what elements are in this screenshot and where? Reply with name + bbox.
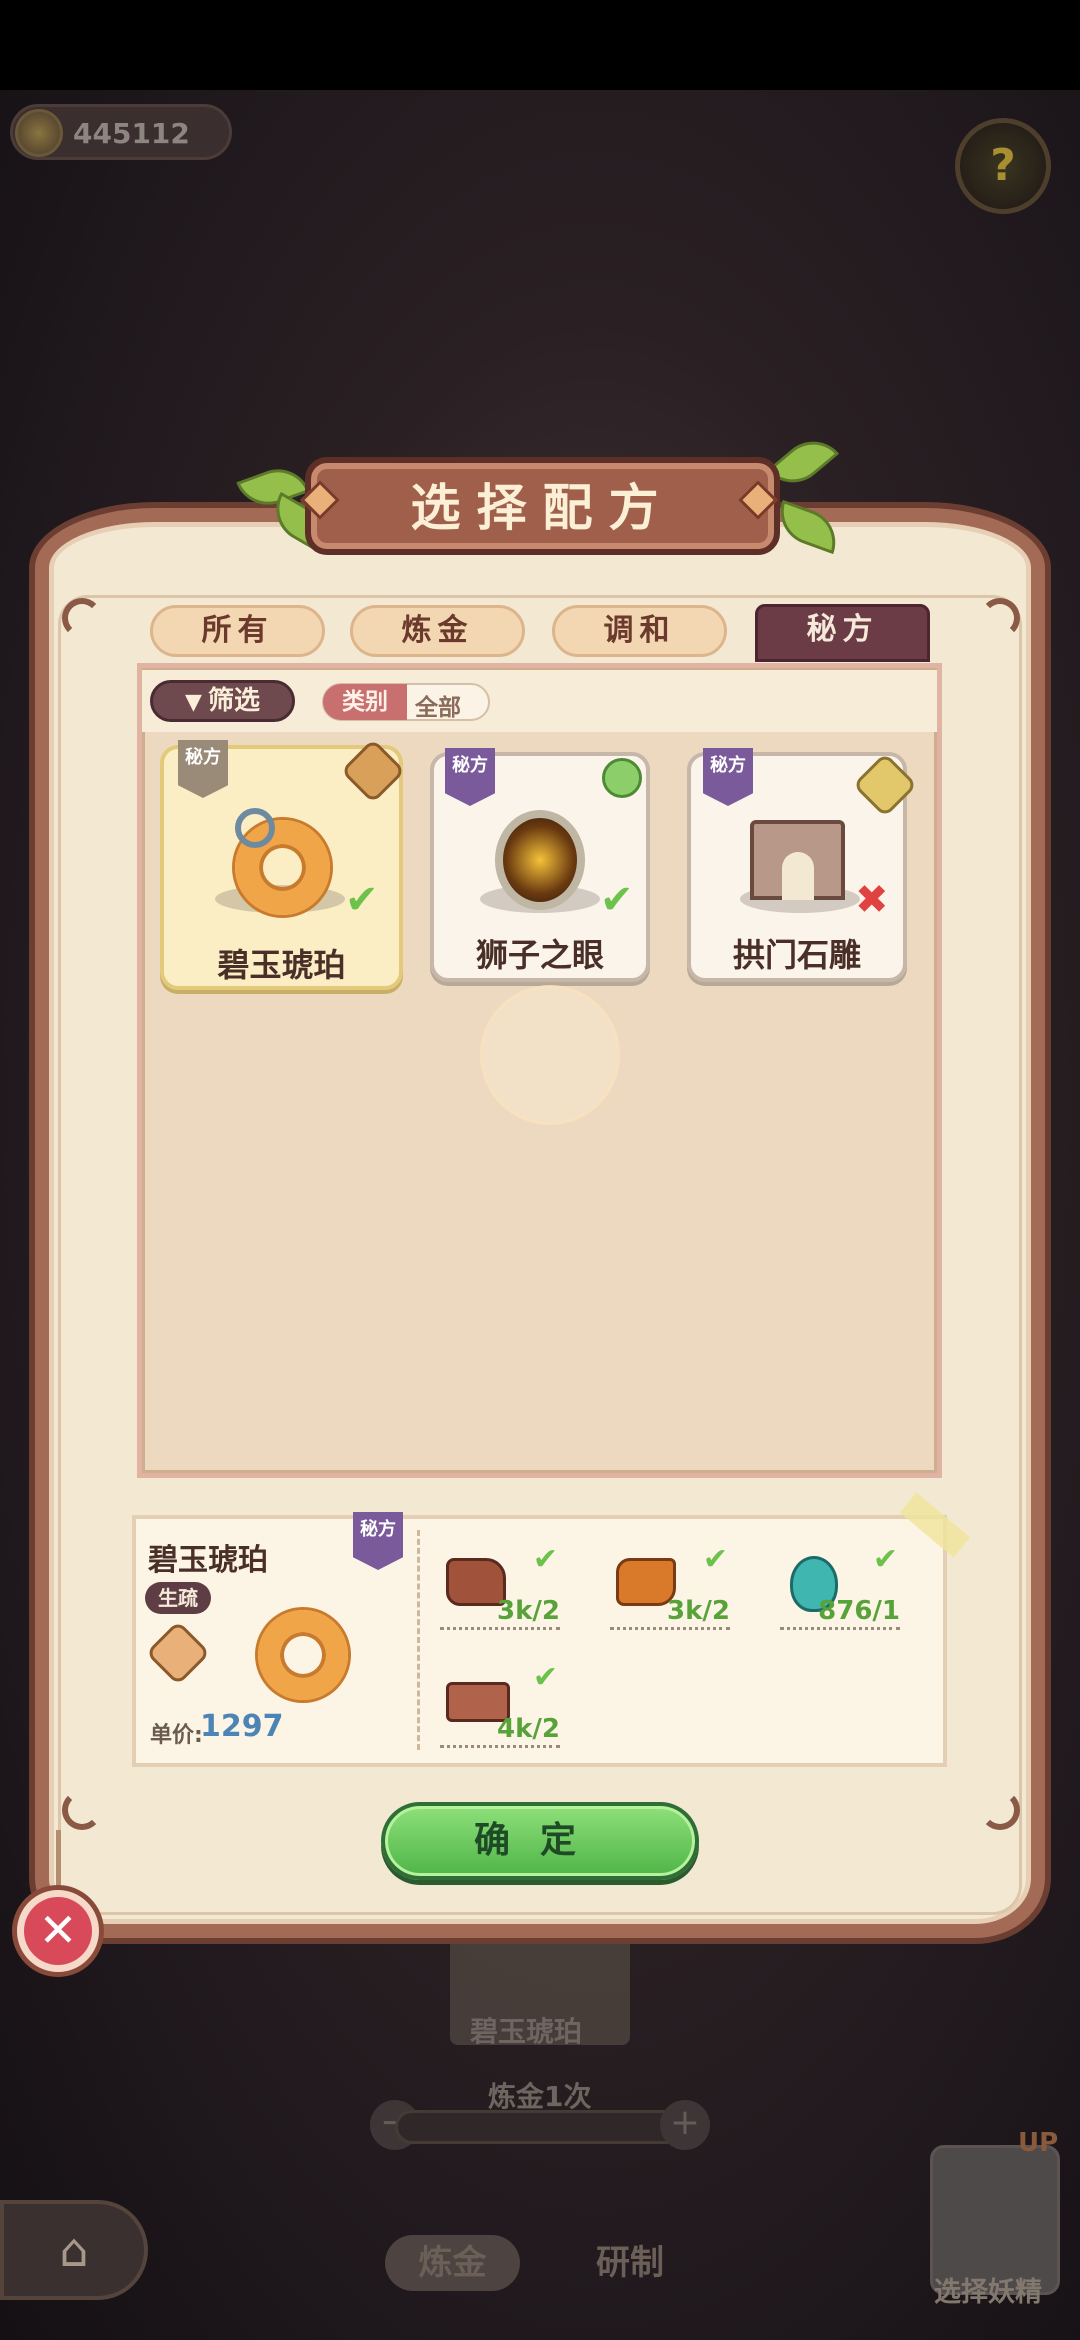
ingredient-qty: 4k/2 <box>497 1714 560 1744</box>
ribbon-icon <box>235 808 275 848</box>
detail-recipe-name: 碧玉琥珀 <box>148 1543 268 1578</box>
coin-value: 445112 <box>73 117 190 150</box>
corner-ornament-icon <box>62 1790 102 1830</box>
recipe-name: 拱门石雕 <box>732 936 861 974</box>
select-spirit-label: 选择妖精 <box>934 2277 1042 2308</box>
price-label: 单价: <box>150 1723 203 1748</box>
tab-alchemy-category[interactable]: 炼金 <box>350 605 525 657</box>
rope-decoration <box>56 1830 61 1888</box>
check-icon: ✔ <box>532 1660 558 1695</box>
tab-research[interactable]: 研制 <box>570 2235 690 2291</box>
arch-stone-icon <box>750 820 845 900</box>
tab-blend[interactable]: 调和 <box>552 605 727 657</box>
corner-ornament-icon <box>980 598 1020 638</box>
check-icon: ✔ <box>532 1542 558 1577</box>
coin-counter: 445112 <box>10 104 232 160</box>
amber-ring-icon <box>258 1610 348 1700</box>
ingredient-qty: 3k/2 <box>497 1596 560 1626</box>
bg-recipe-name: 碧玉琥珀 <box>470 2015 583 2048</box>
lion-eye-icon <box>495 810 585 910</box>
close-icon[interactable]: ✕ <box>24 1897 92 1965</box>
proficiency-badge: 生疏 <box>145 1582 211 1614</box>
ingredient-slot[interactable]: ✔ 3k/2 <box>610 1542 730 1630</box>
recipe-name: 狮子之眼 <box>475 936 604 974</box>
cross-icon: ✖ <box>855 877 889 923</box>
check-icon: ✔ <box>702 1542 728 1577</box>
detail-divider <box>417 1530 420 1750</box>
corner-ornament-icon <box>62 598 102 638</box>
ingredient-slot[interactable]: ✔ 3k/2 <box>440 1542 560 1630</box>
plus-button[interactable]: + <box>660 2100 710 2150</box>
category-label: 类别 <box>323 684 407 720</box>
category-value: 全部 <box>415 695 461 721</box>
check-icon: ✔ <box>345 877 379 923</box>
tab-alchemy[interactable]: 炼金 <box>385 2235 520 2291</box>
recipe-name: 碧玉琥珀 <box>217 946 346 984</box>
check-icon: ✔ <box>872 1542 898 1577</box>
ingredient-qty: 876/1 <box>818 1596 900 1626</box>
home-button[interactable]: ⌂ <box>0 2200 148 2300</box>
ingredient-slot[interactable]: ✔ 4k/2 <box>440 1660 560 1748</box>
ingredient-slot[interactable]: ✔ 876/1 <box>780 1542 900 1630</box>
price-value: 1297 <box>200 1709 284 1744</box>
tab-all[interactable]: 所有 <box>150 605 325 657</box>
sparkle-glow <box>480 985 620 1125</box>
corner-ornament-icon <box>980 1790 1020 1830</box>
coin-icon <box>15 109 63 157</box>
tab-secret[interactable]: 秘方 <box>755 604 930 662</box>
filter-label: 筛选 <box>207 686 260 716</box>
help-button[interactable]: ? <box>955 118 1051 214</box>
confirm-button[interactable]: 确定 <box>381 1802 699 1880</box>
funnel-icon: ▼ <box>185 690 202 715</box>
check-icon: ✔ <box>600 877 634 923</box>
home-icon: ⌂ <box>59 2223 89 2277</box>
filter-button[interactable]: ▼ 筛选 <box>150 680 295 722</box>
alchemy-count-bar <box>395 2110 685 2144</box>
dialog-title: 选择配方 <box>410 479 675 537</box>
up-badge: UP <box>1018 2128 1059 2158</box>
alchemy-count-label: 炼金1次 <box>488 2080 592 2113</box>
sprout-icon <box>602 758 642 798</box>
ingredient-qty: 3k/2 <box>667 1596 730 1626</box>
status-bar <box>0 0 1080 90</box>
